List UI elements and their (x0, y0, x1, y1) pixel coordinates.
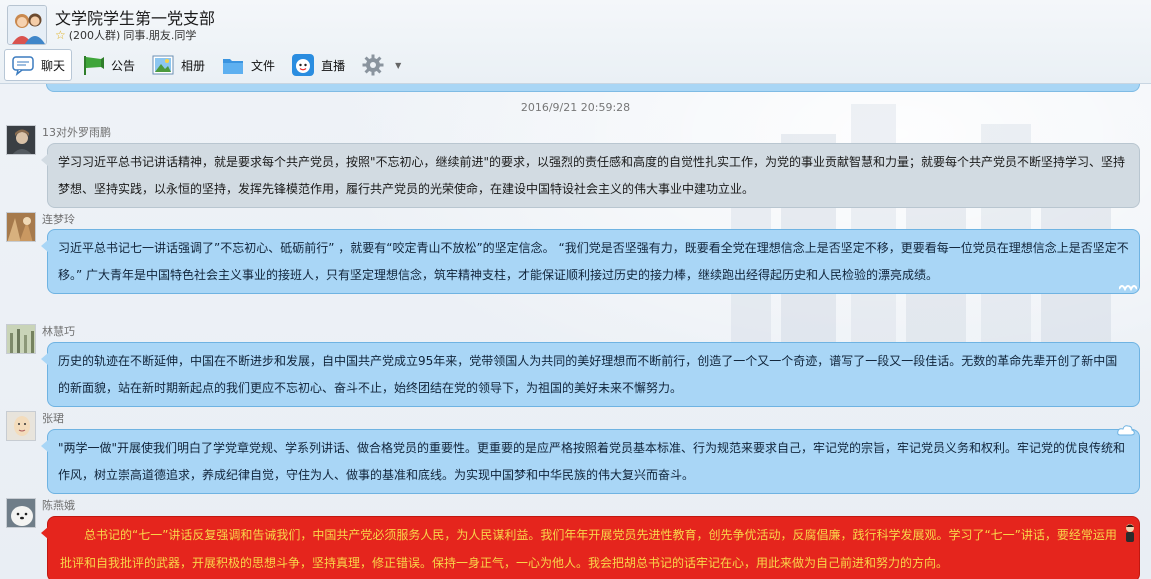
message-text: 总书记的“七一”讲话反复强调和告诫我们，中国共产党必须服务人民，为人民谋利益。我… (60, 528, 1117, 570)
avatar[interactable] (6, 498, 36, 528)
group-toolbar: 聊天 公告 相册 文件 直播 ▼ (4, 48, 410, 82)
cloud-decoration-icon (1117, 425, 1135, 436)
bubble-tail (41, 440, 48, 452)
avatar[interactable] (6, 125, 36, 155)
message-bubble[interactable]: 历史的轨迹在不断延伸，中国在不断进步和发展，自中国共产党成立95年来，党带领国人… (41, 342, 1140, 407)
chat-bubble-icon (11, 53, 35, 77)
star-icon: ☆ (55, 28, 66, 42)
gear-icon (361, 53, 385, 77)
chevron-down-icon: ▼ (395, 60, 402, 70)
background-skyline (731, 104, 1111, 344)
photo-album-icon (151, 53, 175, 77)
group-info: ☆ (200人群) 同事.朋友.同学 (55, 27, 196, 43)
tab-album[interactable]: 相册 (144, 49, 212, 81)
wave-decoration-icon (1119, 285, 1137, 291)
message-bubble[interactable]: "两学一做"开展使我们明白了学党章党规、学系列讲话、做合格党员的重要性。更重要的… (41, 425, 1140, 494)
sender-name: 连梦玲 (42, 213, 75, 226)
group-avatar[interactable] (7, 5, 47, 45)
bubble-tail (41, 527, 48, 539)
tab-album-label: 相册 (181, 58, 206, 73)
tab-files-label: 文件 (251, 58, 276, 73)
tab-announcement[interactable]: 公告 (74, 49, 142, 81)
tab-files[interactable]: 文件 (214, 49, 282, 81)
message-text: 历史的轨迹在不断延伸，中国在不断进步和发展，自中国共产党成立95年来，党带领国人… (58, 354, 1118, 395)
tab-announcement-label: 公告 (111, 58, 136, 73)
sender-name: 陈燕娥 (42, 499, 75, 512)
chat-header: 文学院学生第一党支部 ☆ (200人群) 同事.朋友.同学 聊天 公告 相册 文… (0, 0, 1151, 84)
tab-chat-label: 聊天 (41, 58, 66, 73)
tab-live[interactable]: 直播 (284, 49, 352, 81)
tab-live-label: 直播 (321, 58, 346, 73)
avatar[interactable] (6, 324, 36, 354)
chat-history[interactable]: 2016/9/21 20:59:28 13对外罗雨鹏 学习习近平总书记讲话精神，… (0, 84, 1151, 579)
doll-decoration-icon (1126, 524, 1134, 542)
live-broadcast-icon (291, 53, 315, 77)
group-title: 文学院学生第一党支部 (55, 9, 216, 28)
bubble-tail (41, 154, 48, 166)
message-bubble[interactable]: 学习习近平总书记讲话精神，就是要求每个共产党员，按照"不忘初心，继续前进"的要求… (41, 143, 1140, 208)
avatar[interactable] (6, 212, 36, 242)
sender-name: 张珺 (42, 412, 64, 425)
group-tags: 同事.朋友.同学 (123, 29, 197, 42)
message-text: 学习习近平总书记讲话精神，就是要求每个共产党员，按照"不忘初心，继续前进"的要求… (58, 155, 1126, 196)
message-text: "两学一做"开展使我们明白了学党章党规、学系列讲话、做合格党员的重要性。更重要的… (58, 441, 1126, 482)
folder-icon (221, 53, 245, 77)
sender-name: 林慧巧 (42, 325, 75, 338)
previous-message-bubble (46, 84, 1140, 92)
settings-menu-button[interactable]: ▼ (354, 49, 408, 81)
member-count: (200人群) (68, 29, 121, 42)
message-bubble[interactable]: 总书记的“七一”讲话反复强调和告诫我们，中国共产党必须服务人民，为人民谋利益。我… (41, 516, 1140, 579)
message-bubble[interactable]: 习近平总书记七一讲话强调了”不忘初心、砥砺前行” ，就要有“咬定青山不放松”的坚… (41, 229, 1140, 294)
tab-chat[interactable]: 聊天 (4, 49, 73, 81)
avatar[interactable] (6, 411, 36, 441)
bubble-tail (41, 240, 48, 252)
message-text: 习近平总书记七一讲话强调了”不忘初心、砥砺前行” ，就要有“咬定青山不放松”的坚… (58, 241, 1129, 282)
sender-name: 13对外罗雨鹏 (42, 126, 111, 139)
megaphone-icon (81, 53, 105, 77)
message-timestamp: 2016/9/21 20:59:28 (520, 101, 631, 114)
bubble-tail (41, 353, 48, 365)
